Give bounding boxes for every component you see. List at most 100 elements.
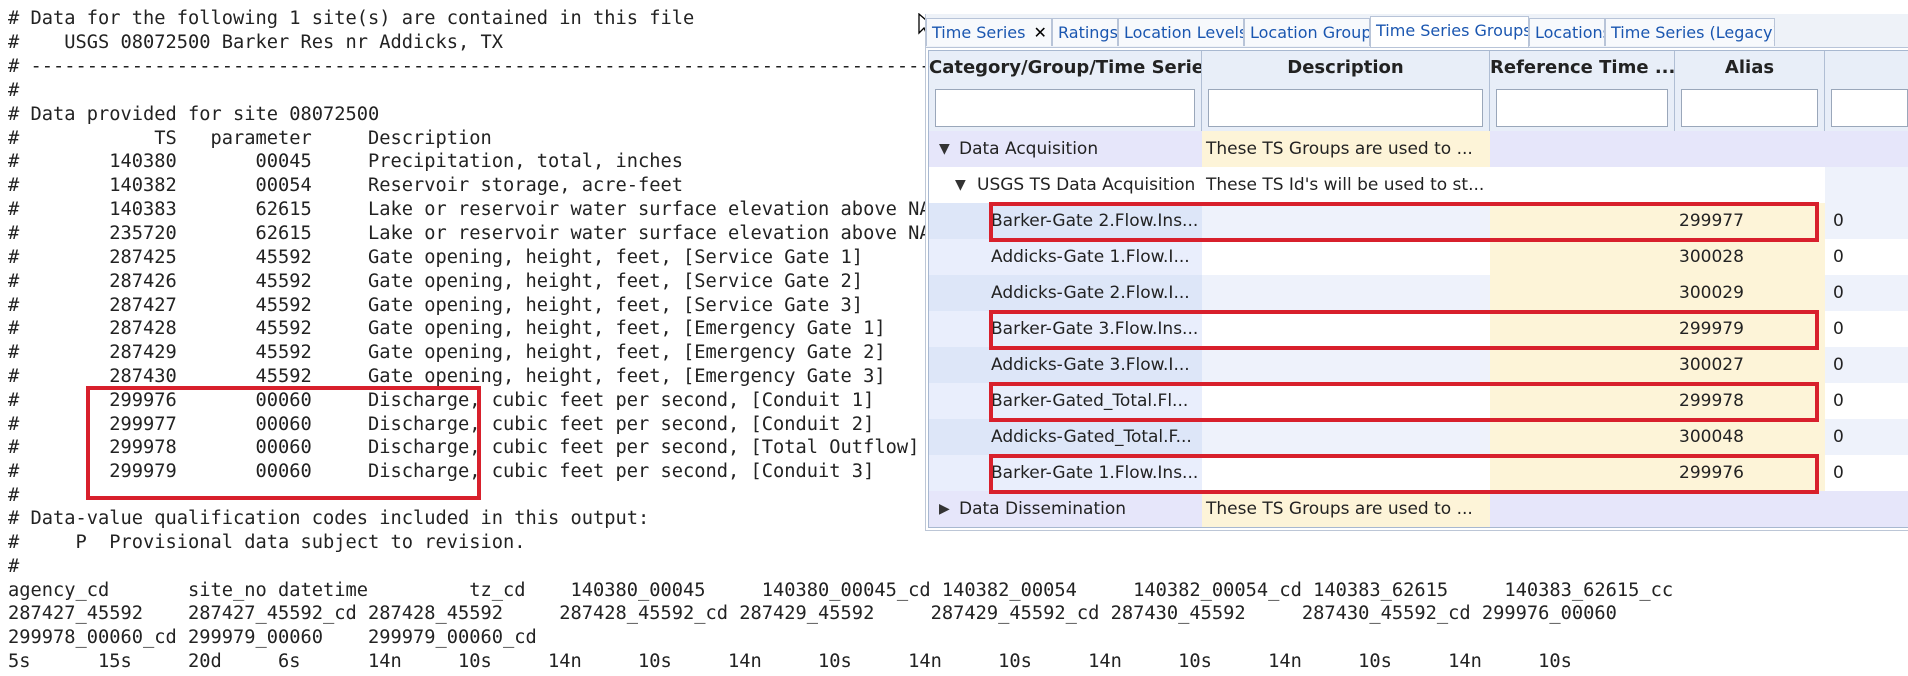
- tab-locations[interactable]: Locations: [1529, 18, 1605, 46]
- tab-label: Location Groups: [1250, 23, 1370, 42]
- rdb-line: # 287428 45592 Gate opening, height, fee…: [8, 318, 886, 339]
- row-extra-value: 0: [1825, 203, 1908, 239]
- highlight-box: [86, 386, 481, 500]
- table-row[interactable]: ▼ USGS TS Data Acquisition These TS Id's w…: [929, 167, 1908, 203]
- rdb-line: # 140380 00045 Precipitation, total, inc…: [8, 151, 684, 172]
- tab-time-series[interactable]: Time Series ✕: [926, 18, 1052, 46]
- rdb-line: # 287426 45592 Gate opening, height, fee…: [8, 271, 864, 292]
- rdb-line: #: [8, 485, 20, 506]
- expanded-triangle-icon[interactable]: ▼: [939, 131, 950, 167]
- table-row[interactable]: Addicks-Gate 3.Flow.I... 300027 0: [929, 347, 1908, 383]
- row-name-label: Addicks-Gate 3.Flow.I...: [991, 355, 1190, 375]
- row-name-label: Addicks-Gated_Total.F...: [991, 427, 1192, 447]
- table-row[interactable]: Addicks-Gate 2.Flow.I... 300029 0: [929, 275, 1908, 311]
- row-description: These TS Groups are used to ...: [1202, 131, 1490, 167]
- tab-time-series-groups[interactable]: Time Series Groups: [1370, 16, 1529, 47]
- row-alias: 300027: [1675, 347, 1825, 383]
- row-alias: 300029: [1675, 275, 1825, 311]
- row-name: Addicks-Gate 3.Flow.I...: [929, 347, 1202, 383]
- row-description: These TS Id's will be used to st...: [1202, 167, 1490, 203]
- row-extra-value: [1825, 131, 1908, 167]
- tab-label: Time Series Groups: [1376, 21, 1529, 40]
- tab-time-series-legacy[interactable]: Time Series (Legacy): [1605, 18, 1775, 46]
- rdb-line: # 140383 62615 Lake or reservoir water s…: [8, 199, 931, 220]
- row-extra-value: 0: [1825, 383, 1908, 419]
- tab-label: Time Series: [932, 23, 1026, 42]
- column-header-label: Alias: [1724, 57, 1775, 78]
- tab-location-groups[interactable]: Location Groups: [1244, 18, 1370, 46]
- row-name-label: USGS TS Data Acquisition: [977, 175, 1196, 195]
- column-header: Category/Group/Time Series: [929, 51, 1202, 139]
- table-row[interactable]: Addicks-Gated_Total.F... 300048 0: [929, 419, 1908, 455]
- column-header: Description: [1202, 51, 1490, 139]
- rdb-line: # 287425 45592 Gate opening, height, fee…: [8, 247, 864, 268]
- column-header: Alias: [1675, 51, 1825, 139]
- rdb-line: # --------------------------------------…: [8, 56, 965, 77]
- row-name: Addicks-Gated_Total.F...: [929, 419, 1202, 455]
- column-header: [1825, 51, 1908, 139]
- tab-bar: Time Series ✕ Ratings Location Levels Locati…: [926, 14, 1908, 48]
- column-filter-input[interactable]: [1681, 89, 1818, 127]
- tab-label: Location Levels: [1124, 23, 1244, 42]
- row-extra-value: 0: [1825, 239, 1908, 275]
- row-name: Addicks-Gate 2.Flow.I...: [929, 275, 1202, 311]
- column-header: Reference Time ...: [1490, 51, 1675, 139]
- row-extra-value: [1825, 491, 1908, 527]
- rdb-line: # 235720 62615 Lake or reservoir water s…: [8, 223, 931, 244]
- row-alias: [1675, 491, 1825, 527]
- row-reference-time: [1490, 491, 1675, 527]
- tab-label: Time Series (Legacy): [1611, 23, 1775, 42]
- column-filter-input[interactable]: [935, 89, 1195, 127]
- row-extra-value: [1825, 167, 1908, 203]
- rdb-line: # 287429 45592 Gate opening, height, fee…: [8, 342, 886, 363]
- row-extra-value: 0: [1825, 275, 1908, 311]
- row-name-label: Data Dissemination: [959, 499, 1127, 519]
- row-reference-time: [1490, 275, 1675, 311]
- row-alias: 300048: [1675, 419, 1825, 455]
- row-name: ▼ USGS TS Data Acquisition: [929, 167, 1202, 203]
- row-alias: [1675, 131, 1825, 167]
- table-row[interactable]: Addicks-Gate 1.Flow.I... 300028 0: [929, 239, 1908, 275]
- rdb-line: 299978_00060_cd 299979_00060 299979_0006…: [8, 627, 537, 648]
- highlight-box: [989, 382, 1819, 422]
- row-name: Addicks-Gate 1.Flow.I...: [929, 239, 1202, 275]
- rdb-line: #: [8, 80, 20, 101]
- time-series-groups-grid: Category/Group/Time Series Description Ref…: [928, 50, 1908, 528]
- rdb-line: 287427_45592 287427_45592_cd 287428_4559…: [8, 603, 1617, 624]
- table-row[interactable]: ▼ Data Acquisition These TS Groups are use…: [929, 131, 1908, 167]
- tab-location-levels[interactable]: Location Levels: [1118, 18, 1244, 46]
- rdb-line: # Data-value qualification codes include…: [8, 508, 650, 529]
- table-row[interactable]: ▶ Data Dissemination These TS Groups are u…: [929, 491, 1908, 527]
- column-filter-input[interactable]: [1831, 89, 1908, 127]
- tab-label: Locations: [1535, 23, 1605, 42]
- row-description: [1202, 239, 1490, 275]
- rdb-line: # 287427 45592 Gate opening, height, fee…: [8, 295, 864, 316]
- rdb-line: agency_cd site_no datetime tz_cd 140380_…: [8, 580, 1674, 601]
- row-extra-value: 0: [1825, 419, 1908, 455]
- rdb-line: # Data for the following 1 site(s) are c…: [8, 8, 695, 29]
- tab-label: Ratings: [1058, 23, 1118, 42]
- column-filter-input[interactable]: [1496, 89, 1668, 127]
- column-filter-input[interactable]: [1208, 89, 1483, 127]
- row-extra-value: 0: [1825, 455, 1908, 491]
- row-description: These TS Groups are used to ...: [1202, 491, 1490, 527]
- row-description: [1202, 347, 1490, 383]
- tab-ratings[interactable]: Ratings: [1052, 18, 1118, 46]
- rdb-line: 5s 15s 20d 6s 14n 10s 14n 10s 14n 10s 14…: [8, 651, 1572, 672]
- row-name: ▶ Data Dissemination: [929, 491, 1202, 527]
- highlight-box: [989, 202, 1819, 242]
- collapsed-triangle-icon[interactable]: ▶: [939, 491, 950, 527]
- row-reference-time: [1490, 167, 1675, 203]
- column-header-label: Reference Time ...: [1490, 57, 1674, 78]
- grid-header: Category/Group/Time Series Description Ref…: [929, 51, 1908, 139]
- row-extra-value: 0: [1825, 347, 1908, 383]
- expanded-triangle-icon[interactable]: ▼: [955, 167, 966, 203]
- row-alias: [1675, 167, 1825, 203]
- column-header-label: Category/Group/Time Series: [929, 57, 1201, 78]
- row-name-label: Addicks-Gate 1.Flow.I...: [991, 247, 1190, 267]
- rdb-line: # USGS 08072500 Barker Res nr Addicks, T…: [8, 32, 504, 53]
- row-name-label: Data Acquisition: [959, 139, 1099, 159]
- close-tab-icon[interactable]: ✕: [1033, 23, 1046, 42]
- rdb-line: # 140382 00054 Reservoir storage, acre-f…: [8, 175, 684, 196]
- rdb-line: #: [8, 556, 20, 577]
